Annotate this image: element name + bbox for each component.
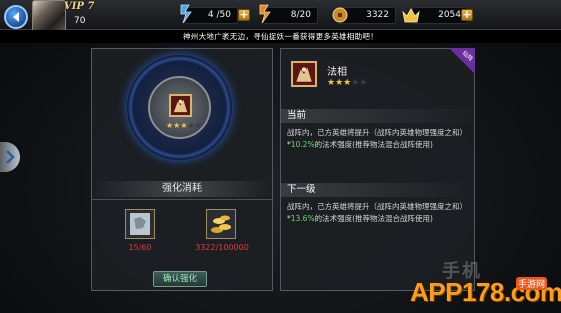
gold-coins-material-icon [211, 215, 231, 233]
coin-icon [332, 7, 348, 23]
emblem-core: ★★★★★ [148, 76, 211, 139]
next-level-description: 战阵内，己方英雄将提升（战阵内英雄物理强度之和）*13.6%的法术强度(推荐物法… [287, 201, 472, 225]
skill-info-panel: 仙阵 法相 ★★★★★ 当前 战阵内，己方英雄将提升（战阵内英雄物理强度之和）*… [280, 48, 475, 291]
dharma-figure-icon [296, 67, 312, 82]
vip-label: VIP 7 [64, 1, 95, 12]
gold-plus-button[interactable]: + [461, 9, 473, 21]
site-watermark: 手机 APP178.com 手游网 [410, 257, 561, 313]
skill-name: 法相 [327, 67, 347, 78]
current-bonus-value: 10.2% [290, 140, 315, 149]
formation-badge: 仙阵 [449, 48, 475, 74]
material-count-scroll: 15/60 [128, 243, 152, 252]
skill-star-rating: ★★★★★ [327, 78, 368, 88]
scroll-material-icon [130, 213, 150, 235]
energy-value: 8/20 [290, 10, 311, 20]
current-level-heading: 当前 [281, 109, 474, 123]
back-button[interactable] [4, 5, 28, 29]
enhance-panel: ★★★★★ 强化消耗 15/60 3322/100000 确认强化 [91, 48, 273, 291]
stamina-plus-button[interactable]: + [238, 9, 250, 21]
dharma-figure-icon [173, 99, 188, 113]
enhance-cost-title: 强化消耗 [92, 181, 272, 197]
flame-energy-icon [259, 4, 271, 24]
avatar[interactable] [32, 0, 66, 32]
next-desc-tail: 的法术强度(推荐物法混合战阵使用) [314, 214, 433, 223]
player-level: 70 [74, 16, 86, 26]
confirm-enhance-button[interactable]: 确认强化 [153, 271, 207, 287]
current-desc-tail: 的法术强度(推荐物法混合战阵使用) [314, 140, 433, 149]
skill-icon-frame [291, 61, 317, 87]
formation-emblem: ★★★★★ [127, 55, 232, 160]
arrow-left-icon [13, 12, 19, 22]
gold-value: 2054 [438, 10, 461, 20]
notice-banner: 神州大地广袤无边，寻仙捉妖一番获得更多英雄相助吧！ [0, 30, 561, 43]
stamina-value: 4 /50 [207, 10, 231, 20]
formation-skill-icon [169, 94, 192, 117]
material-count-gold: 3322/100000 [195, 243, 249, 252]
coin-value: 3322 [366, 10, 389, 20]
crown-gold-icon [402, 8, 420, 23]
watermark-tag: 手游网 [516, 277, 548, 290]
expand-side-button[interactable] [0, 142, 20, 172]
next-level-heading: 下一级 [281, 183, 474, 197]
top-bar: VIP 7 70 4 /50 + 8/20 3322 2054 + [0, 0, 561, 32]
game-screen: VIP 7 70 4 /50 + 8/20 3322 2054 + 神州大地广袤… [0, 0, 561, 313]
chevron-right-icon [6, 150, 15, 164]
material-slot-scroll[interactable] [125, 209, 155, 239]
emblem-stars: ★★★★★ [166, 121, 202, 130]
stamina-icon [180, 4, 192, 24]
material-slot-gold[interactable] [206, 209, 236, 239]
divider [92, 199, 272, 200]
current-level-description: 战阵内，己方英雄将提升（战阵内英雄物理强度之和）*10.2%的法术强度(推荐物法… [287, 127, 472, 151]
next-bonus-value: 13.6% [290, 214, 315, 223]
